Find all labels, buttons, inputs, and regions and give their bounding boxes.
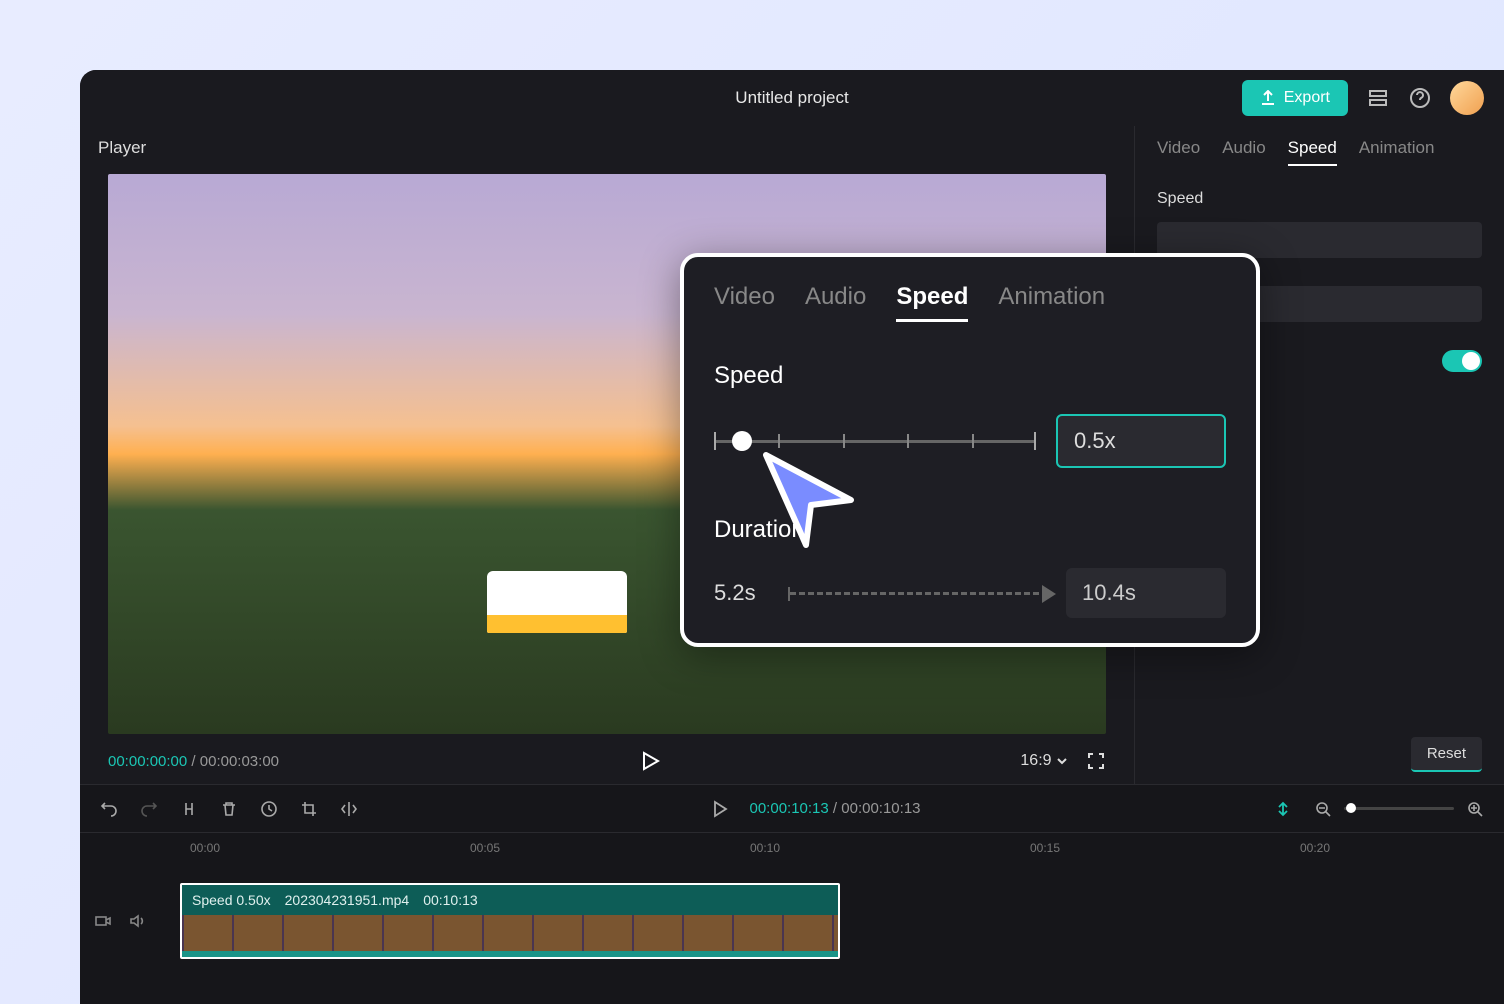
export-button[interactable]: Export [1242, 80, 1348, 116]
export-label: Export [1284, 89, 1330, 107]
player-controls: 00:00:00:00 / 00:00:03:00 16:9 [98, 734, 1116, 772]
duration-arrow-icon [790, 592, 1048, 595]
duration-from: 5.2s [714, 580, 772, 606]
play-button[interactable] [640, 750, 660, 772]
clip-speed-badge: Speed 0.50x [192, 892, 271, 908]
speed-value-input[interactable]: 0.5x [1056, 414, 1226, 468]
clip-header: Speed 0.50x 202304231951.mp4 00:10:13 [182, 885, 838, 915]
panel-tabs: Video Audio Speed Animation [1157, 138, 1482, 166]
video-track-icon[interactable] [94, 912, 112, 930]
ruler-tick: 00:00 [190, 841, 220, 855]
popup-tabs: Video Audio Speed Animation [714, 283, 1226, 322]
timeline-play-icon[interactable] [712, 800, 728, 818]
timeline-time: 00:00:10:13 / 00:00:10:13 [750, 800, 921, 817]
popup-tab-speed[interactable]: Speed [896, 283, 968, 322]
tab-audio[interactable]: Audio [1222, 138, 1265, 166]
timeline-time-current: 00:00:10:13 [750, 800, 829, 817]
track-controls [94, 881, 146, 961]
time-total: 00:00:03:00 [200, 753, 279, 770]
video-content [487, 571, 627, 633]
delete-icon[interactable] [220, 800, 238, 818]
undo-icon[interactable] [100, 800, 118, 818]
popup-tab-audio[interactable]: Audio [805, 283, 866, 322]
duration-to-input[interactable]: 10.4s [1066, 568, 1226, 618]
player-label: Player [98, 138, 1116, 158]
speed-slider-handle[interactable] [732, 431, 752, 451]
redo-icon[interactable] [140, 800, 158, 818]
zoom-out-icon[interactable] [1314, 800, 1332, 818]
project-title[interactable]: Untitled project [735, 88, 848, 108]
aspect-ratio-selector[interactable]: 16:9 [1020, 752, 1068, 770]
fullscreen-icon[interactable] [1086, 751, 1106, 771]
titlebar-actions: Export [1242, 80, 1484, 116]
timeline-ruler[interactable]: 00:00 00:05 00:10 00:15 00:20 [80, 833, 1504, 863]
zoom-slider[interactable] [1344, 807, 1454, 810]
timeline-time-total: 00:00:10:13 [841, 800, 920, 817]
duration-row: 5.2s 10.4s [714, 568, 1226, 618]
ruler-tick: 00:10 [750, 841, 780, 855]
speed-icon[interactable] [260, 800, 278, 818]
ruler-tick: 00:05 [470, 841, 500, 855]
ruler-tick: 00:15 [1030, 841, 1060, 855]
mirror-icon[interactable] [340, 800, 358, 818]
crop-icon[interactable] [300, 800, 318, 818]
audio-track-icon[interactable] [128, 912, 146, 930]
titlebar: Untitled project Export [80, 70, 1504, 126]
layout-icon[interactable] [1366, 86, 1390, 110]
time-current: 00:00:00:00 [108, 753, 187, 770]
timeline-toolbar: 00:00:10:13 / 00:00:10:13 [80, 785, 1504, 833]
reset-button[interactable]: Reset [1411, 737, 1482, 772]
split-icon[interactable] [180, 800, 198, 818]
tab-speed[interactable]: Speed [1288, 138, 1337, 166]
popup-tab-animation[interactable]: Animation [998, 283, 1105, 322]
tab-animation[interactable]: Animation [1359, 138, 1435, 166]
avatar[interactable] [1450, 81, 1484, 115]
clip-thumbnails [182, 915, 838, 959]
player-right-controls: 16:9 [1020, 751, 1106, 771]
clip-filename: 202304231951.mp4 [285, 892, 410, 908]
time-separator: / [191, 753, 199, 770]
help-icon[interactable] [1408, 86, 1432, 110]
timeline: 00:00:10:13 / 00:00:10:13 00:00 00:05 00… [80, 784, 1504, 1004]
ruler-tick: 00:20 [1300, 841, 1330, 855]
upload-icon [1260, 90, 1276, 106]
popup-speed-label: Speed [714, 362, 1226, 390]
tab-video[interactable]: Video [1157, 138, 1200, 166]
snap-icon[interactable] [1274, 800, 1292, 818]
video-clip[interactable]: Speed 0.50x 202304231951.mp4 00:10:13 [180, 883, 840, 959]
zoom-in-icon[interactable] [1466, 800, 1484, 818]
clip-duration: 00:10:13 [423, 892, 478, 908]
speed-slider[interactable] [714, 440, 1036, 443]
toggle-switch[interactable] [1442, 350, 1482, 372]
zoom-controls [1314, 800, 1484, 818]
player-time: 00:00:00:00 / 00:00:03:00 [108, 753, 279, 770]
speed-section-label: Speed [1157, 190, 1482, 208]
cursor-pointer-icon [756, 445, 866, 555]
popup-tab-video[interactable]: Video [714, 283, 775, 322]
